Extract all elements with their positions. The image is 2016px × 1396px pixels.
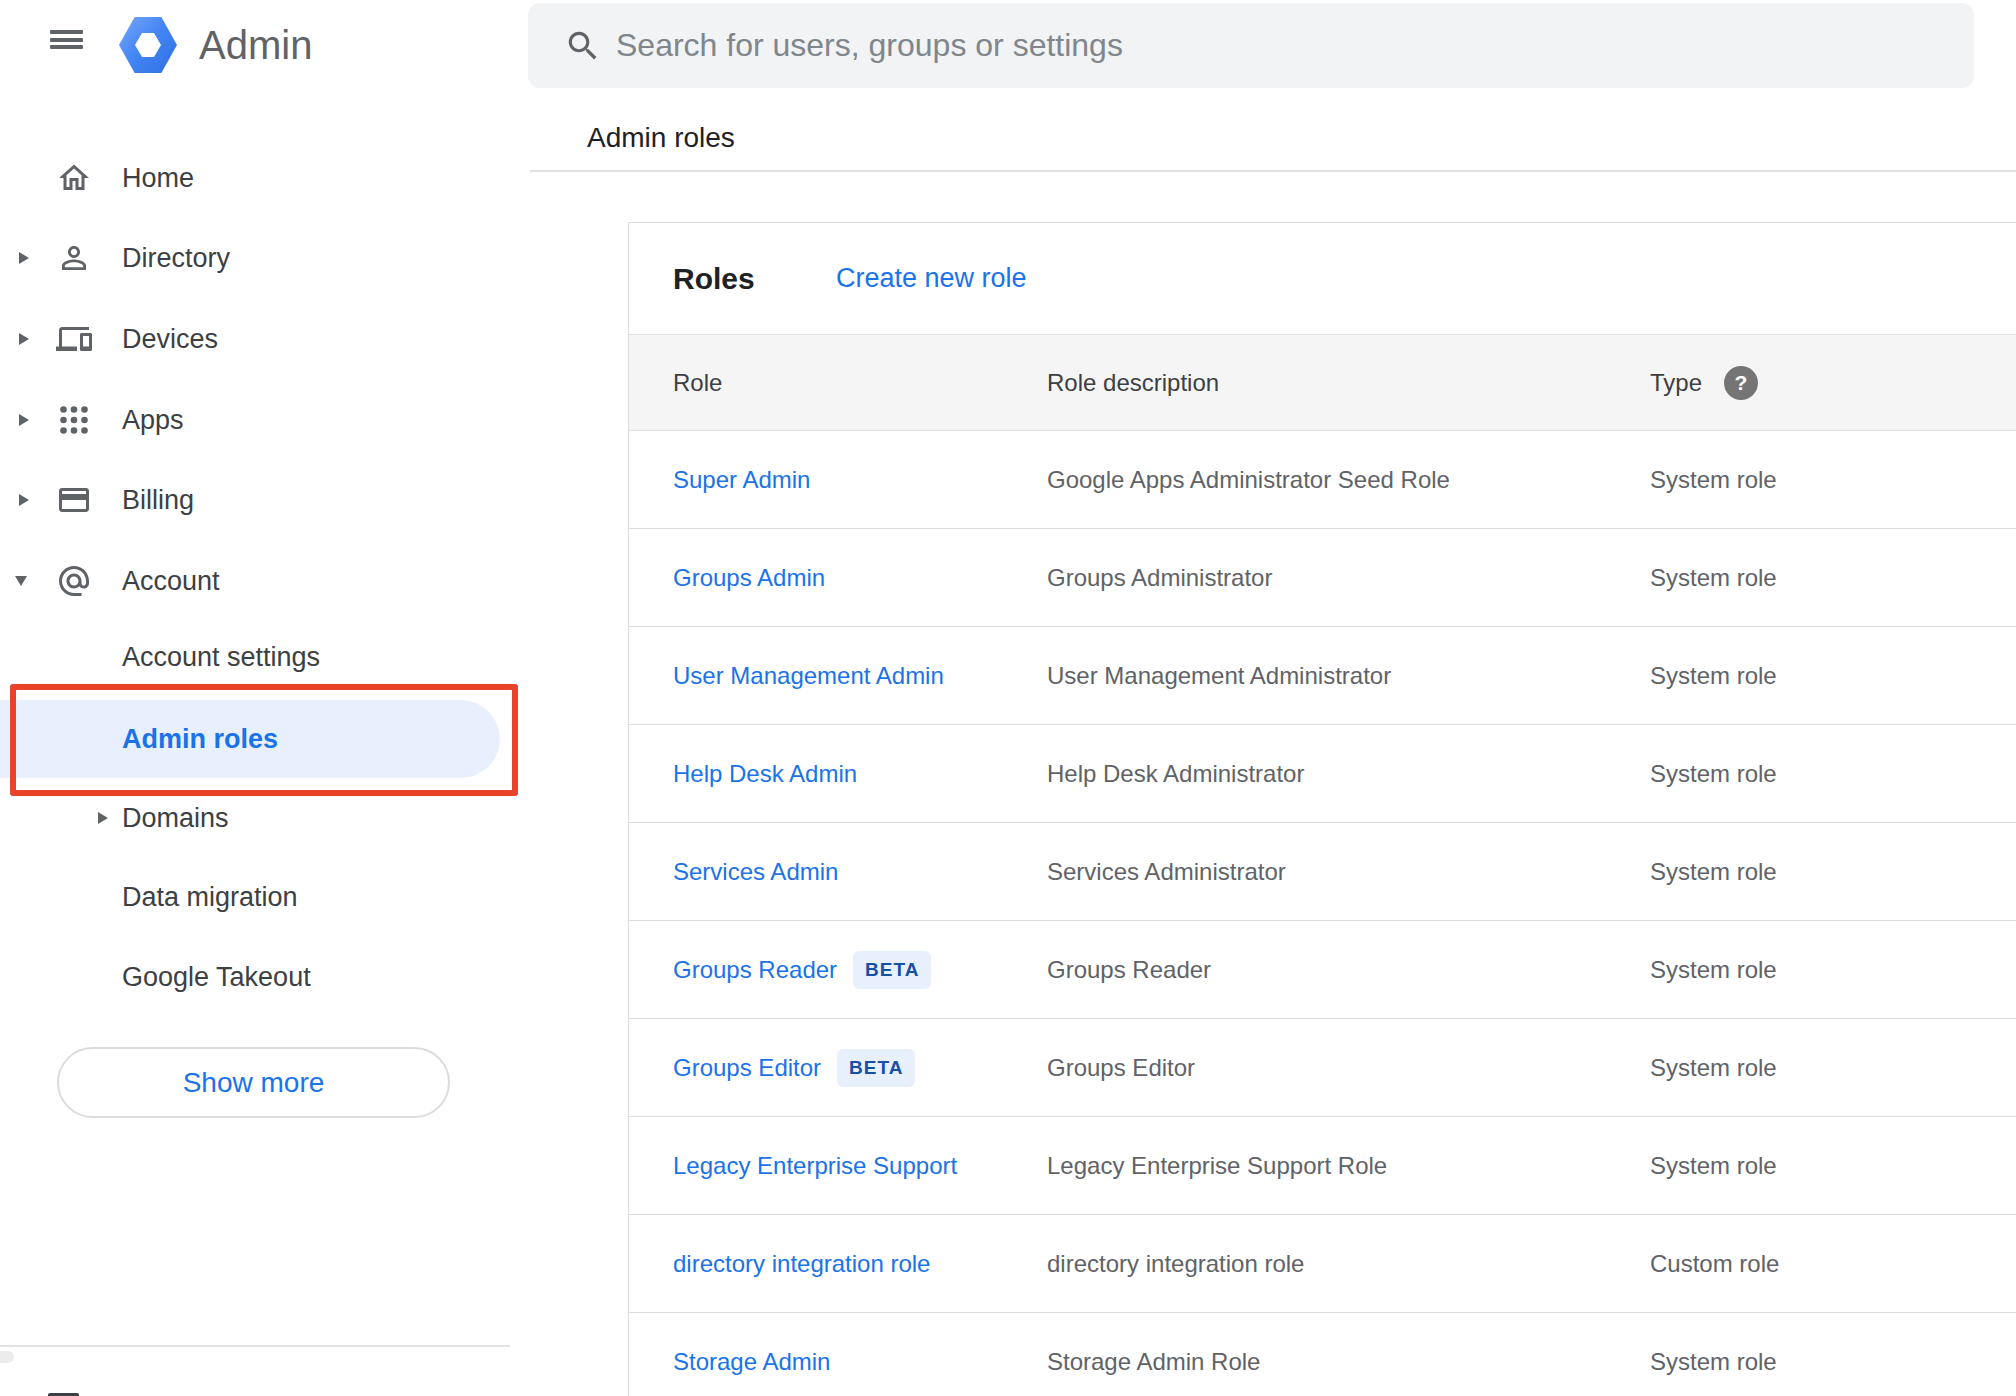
role-link[interactable]: User Management Admin: [673, 662, 944, 690]
role-link[interactable]: Groups Editor: [673, 1054, 821, 1082]
sidebar-item-account[interactable]: Account: [0, 557, 530, 605]
column-header-description: Role description: [1047, 335, 1219, 431]
expand-arrow-icon[interactable]: [19, 414, 29, 426]
role-description: Legacy Enterprise Support Role: [1047, 1117, 1387, 1214]
sidebar-item-home[interactable]: Home: [0, 154, 530, 202]
role-type: System role: [1650, 725, 1777, 822]
create-new-role-link[interactable]: Create new role: [836, 223, 1027, 334]
annotation-box: [10, 684, 518, 796]
role-link[interactable]: Legacy Enterprise Support: [673, 1152, 957, 1180]
sidebar-item-billing[interactable]: Billing: [0, 476, 530, 524]
show-more-button[interactable]: Show more: [57, 1047, 450, 1118]
table-row: Storage Admin Storage Admin Role System …: [629, 1313, 2016, 1396]
sidebar-item-domains[interactable]: Domains: [0, 794, 530, 842]
role-description: Storage Admin Role: [1047, 1313, 1260, 1396]
breadcrumb: Admin roles: [587, 120, 735, 156]
roles-card-header: Roles Create new role: [629, 223, 2016, 334]
role-type: System role: [1650, 1019, 1777, 1116]
role-link[interactable]: Groups Reader: [673, 956, 837, 984]
beta-badge: BETA: [837, 1049, 915, 1087]
table-row: Services Admin Services Administrator Sy…: [629, 823, 2016, 921]
role-type: System role: [1650, 431, 1777, 528]
app-title: Admin: [199, 23, 312, 68]
role-description: directory integration role: [1047, 1215, 1304, 1312]
role-link[interactable]: Groups Admin: [673, 564, 825, 592]
column-header-role: Role: [673, 335, 722, 431]
column-header-type: Type ?: [1650, 335, 1758, 431]
role-type: System role: [1650, 529, 1777, 626]
admin-console-page: Admin Home Directory Devices Apps Billin…: [0, 0, 2016, 1396]
role-description: Groups Editor: [1047, 1019, 1195, 1116]
table-header: Role Role description Type ?: [629, 334, 2016, 431]
table-row: User Management Admin User Management Ad…: [629, 627, 2016, 725]
search-input[interactable]: Search for users, groups or settings: [528, 3, 1974, 88]
expand-arrow-icon[interactable]: [19, 494, 29, 506]
table-row: Groups Reader BETA Groups Reader System r…: [629, 921, 2016, 1019]
sidebar-fragment: [0, 1351, 14, 1363]
home-icon: [56, 160, 92, 196]
beta-badge: BETA: [853, 951, 931, 989]
admin-logo-icon: [119, 17, 177, 73]
table-row: Groups Editor BETA Groups Editor System r…: [629, 1019, 2016, 1117]
sidebar-item-account-settings[interactable]: Account settings: [0, 633, 530, 681]
at-sign-icon: [56, 563, 92, 599]
expand-arrow-icon[interactable]: [19, 333, 29, 345]
role-description: Services Administrator: [1047, 823, 1286, 920]
table-row: directory integration role directory int…: [629, 1215, 2016, 1313]
collapse-arrow-icon[interactable]: [15, 576, 27, 586]
table-row: Groups Admin Groups Administrator System…: [629, 529, 2016, 627]
role-type: System role: [1650, 921, 1777, 1018]
sidebar-item-directory[interactable]: Directory: [0, 234, 530, 282]
expand-arrow-icon[interactable]: [98, 812, 108, 824]
role-type: System role: [1650, 1313, 1777, 1396]
section-title: Roles: [673, 223, 755, 334]
role-description: Groups Administrator: [1047, 529, 1272, 626]
apps-grid-icon: [56, 402, 92, 438]
admin-logo: Admin: [119, 17, 312, 73]
devices-icon: [56, 321, 92, 357]
role-link[interactable]: Storage Admin: [673, 1348, 830, 1376]
help-icon[interactable]: ?: [1724, 366, 1758, 400]
header-divider: [530, 170, 2016, 172]
sidebar-divider: [0, 1345, 510, 1347]
role-type: System role: [1650, 823, 1777, 920]
role-description: Google Apps Administrator Seed Role: [1047, 431, 1450, 528]
sidebar-item-google-takeout[interactable]: Google Takeout: [0, 953, 530, 1001]
role-link[interactable]: Help Desk Admin: [673, 760, 857, 788]
role-description: Help Desk Administrator: [1047, 725, 1304, 822]
role-type: Custom role: [1650, 1215, 1779, 1312]
search-icon: [564, 27, 602, 65]
role-link[interactable]: Services Admin: [673, 858, 838, 886]
role-link[interactable]: directory integration role: [673, 1250, 930, 1278]
table-row: Super Admin Google Apps Administrator Se…: [629, 431, 2016, 529]
role-type: System role: [1650, 1117, 1777, 1214]
person-icon: [56, 240, 92, 276]
role-description: Groups Reader: [1047, 921, 1211, 1018]
credit-card-icon: [56, 482, 92, 518]
role-type: System role: [1650, 627, 1777, 724]
role-description: User Management Administrator: [1047, 627, 1391, 724]
sidebar-item-data-migration[interactable]: Data migration: [0, 873, 530, 921]
menu-icon[interactable]: [50, 30, 83, 49]
role-link[interactable]: Super Admin: [673, 466, 810, 494]
table-row: Help Desk Admin Help Desk Administrator …: [629, 725, 2016, 823]
search-placeholder: Search for users, groups or settings: [616, 3, 1123, 88]
table-row: Legacy Enterprise Support Legacy Enterpr…: [629, 1117, 2016, 1215]
sidebar-item-apps[interactable]: Apps: [0, 396, 530, 444]
expand-arrow-icon[interactable]: [19, 252, 29, 264]
sidebar-item-devices[interactable]: Devices: [0, 315, 530, 363]
roles-card: Roles Create new role Role Role descript…: [628, 222, 2016, 1396]
